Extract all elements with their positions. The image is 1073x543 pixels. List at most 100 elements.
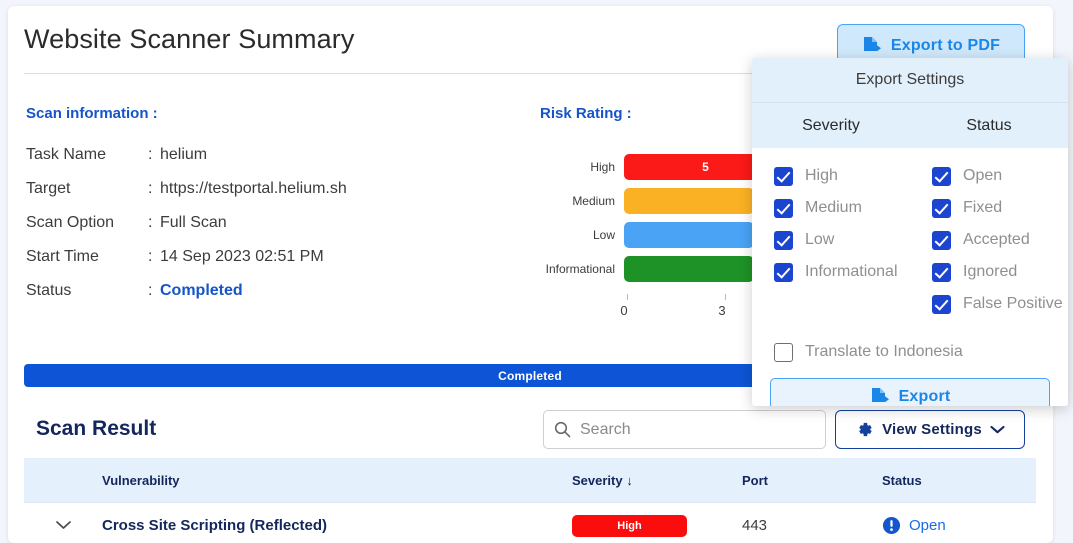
info-key: Task Name (26, 146, 107, 163)
option-label: Low (805, 231, 835, 248)
option-label: Open (963, 167, 1003, 184)
info-colon: : (148, 146, 153, 163)
option-label: Medium (805, 199, 862, 216)
file-export-icon (870, 387, 890, 407)
checkbox-checked-icon[interactable] (932, 294, 951, 314)
info-value: https://testportal.helium.sh (160, 180, 347, 197)
row-port-cell: 443 (742, 517, 882, 535)
export-settings-title: Export Settings (752, 58, 1068, 103)
info-value: 14 Sep 2023 02:51 PM (160, 248, 324, 265)
info-colon: : (148, 214, 153, 231)
info-colon: : (148, 180, 153, 197)
tick-mark (725, 294, 727, 300)
info-row-task-name: Task Name : helium (26, 138, 496, 172)
view-settings-label: View Settings (882, 421, 982, 438)
checkbox-checked-icon[interactable] (774, 166, 793, 186)
export-button[interactable]: Export (770, 378, 1050, 406)
scan-result-title: Scan Result (36, 417, 157, 440)
chart-bar (624, 222, 755, 248)
option-severity-medium[interactable]: Medium (774, 192, 910, 224)
option-label: Ignored (963, 263, 1018, 280)
option-label: Accepted (963, 231, 1030, 248)
checkbox-unchecked-icon[interactable] (774, 342, 793, 362)
option-severity-low[interactable]: Low (774, 224, 910, 256)
info-colon: : (148, 248, 153, 265)
search-icon (554, 421, 571, 438)
table-header-status: Status (882, 472, 922, 488)
info-key: Target (26, 180, 71, 197)
option-label: False Positive (963, 295, 1063, 312)
view-settings-button[interactable]: View Settings (835, 410, 1025, 449)
port-value: 443 (742, 516, 768, 534)
tick-mark (627, 294, 629, 300)
info-key: Start Time (26, 248, 99, 265)
row-expand-toggle[interactable] (24, 520, 102, 531)
info-key: Scan Option (26, 214, 115, 231)
search-box[interactable] (543, 410, 826, 449)
option-translate-to-indonesia[interactable]: Translate to Indonesia (752, 338, 1068, 366)
info-row-target: Target : https://testportal.helium.sh (26, 172, 496, 206)
risk-rating-heading: Risk Rating : (540, 105, 632, 122)
table-header-severity[interactable]: Severity ↓ (572, 473, 742, 488)
checkbox-checked-icon[interactable] (774, 230, 793, 250)
option-status-ignored[interactable]: Ignored (932, 256, 1068, 288)
column-header-status: Status (966, 116, 1012, 134)
table-header-row: Vulnerability Severity ↓ Port Status (24, 458, 1036, 503)
info-row-scan-option: Scan Option : Full Scan (26, 206, 496, 240)
checkbox-checked-icon[interactable] (932, 262, 951, 282)
status-options: Open Fixed Accepted Ignored False Positi… (910, 160, 1068, 320)
table-header-vulnerability: Vulnerability (102, 472, 180, 488)
table-row[interactable]: Cross Site Scripting (Reflected) High 44… (24, 503, 1036, 543)
chart-tick-label: Medium (572, 194, 615, 208)
chevron-down-icon (55, 520, 72, 531)
row-vulnerability-cell: Cross Site Scripting (Reflected) (102, 517, 572, 535)
checkbox-checked-icon[interactable] (932, 198, 951, 218)
info-row-status: Status : Completed (26, 274, 496, 308)
export-to-pdf-label: Export to PDF (890, 37, 1001, 54)
app-root: Website Scanner Summary Export to PDF Sc… (0, 0, 1073, 543)
severity-options: High Medium Low Informational (752, 160, 910, 320)
search-input[interactable] (580, 420, 815, 439)
info-row-start-time: Start Time : 14 Sep 2023 02:51 PM (26, 240, 496, 274)
scan-result-table: Vulnerability Severity ↓ Port Status Cro… (24, 458, 1036, 543)
vulnerability-name: Cross Site Scripting (Reflected) (102, 516, 328, 534)
table-header-severity-label: Severity (572, 472, 623, 488)
info-value: helium (160, 146, 208, 163)
chart-xtick-label: 3 (718, 303, 726, 318)
checkbox-checked-icon[interactable] (932, 166, 951, 186)
scan-information-heading: Scan information : (26, 105, 158, 122)
status-value: Completed (160, 282, 243, 299)
option-status-accepted[interactable]: Accepted (932, 224, 1068, 256)
option-severity-high[interactable]: High (774, 160, 910, 192)
info-key: Status (26, 282, 72, 299)
checkbox-checked-icon[interactable] (932, 230, 951, 250)
checkbox-checked-icon[interactable] (774, 198, 793, 218)
status-text: Open (909, 517, 946, 534)
scan-progress-label: Completed (498, 368, 562, 383)
option-status-fixed[interactable]: Fixed (932, 192, 1068, 224)
column-header-severity: Severity (802, 116, 860, 134)
option-status-false-positive[interactable]: False Positive (932, 288, 1068, 320)
table-header-port: Port (742, 472, 768, 488)
chart-bar (624, 188, 755, 214)
export-settings-body: High Medium Low Informational Open Fixed… (752, 148, 1068, 406)
option-label: Fixed (963, 199, 1003, 216)
severity-badge: High (572, 514, 687, 537)
gear-icon (855, 420, 874, 439)
export-button-label: Export (898, 388, 951, 405)
file-export-icon (862, 36, 882, 57)
checkbox-checked-icon[interactable] (774, 262, 793, 282)
option-label: High (805, 167, 838, 184)
row-severity-cell: High (572, 514, 742, 537)
option-label: Informational (805, 263, 898, 280)
page-title: Website Scanner Summary (24, 24, 355, 54)
alert-circle-icon (882, 516, 901, 535)
sort-descending-icon: ↓ (626, 472, 633, 488)
option-status-open[interactable]: Open (932, 160, 1068, 192)
export-settings-popup: Export Settings Severity Status High Med… (752, 58, 1068, 406)
info-value: Full Scan (160, 214, 227, 231)
chart-xtick-label: 0 (620, 303, 628, 318)
scan-information-list: Task Name : helium Target : https://test… (26, 138, 496, 308)
option-severity-informational[interactable]: Informational (774, 256, 910, 288)
chart-bar (624, 256, 755, 282)
